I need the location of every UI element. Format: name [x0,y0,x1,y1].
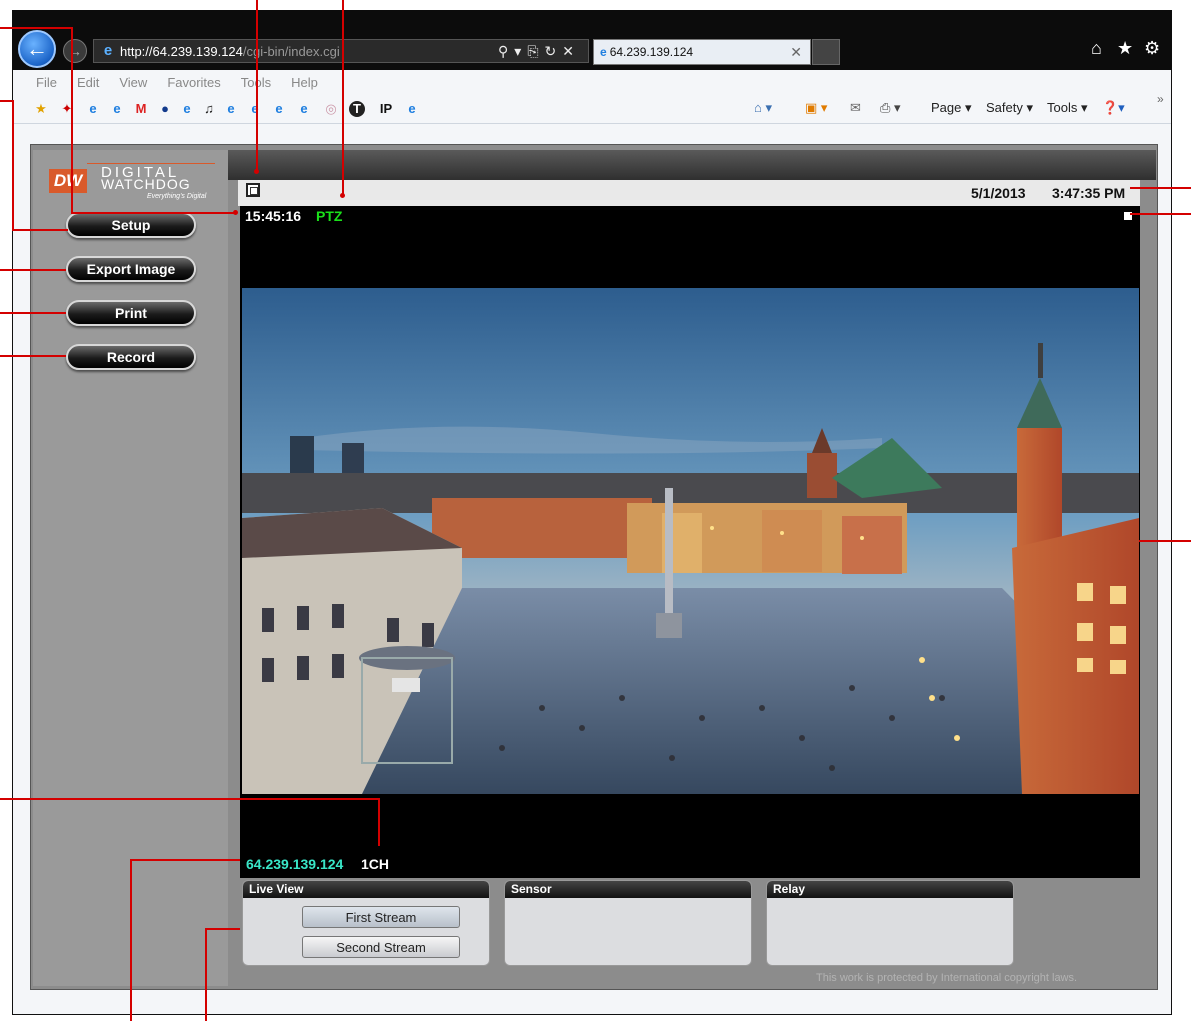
tab-title: 64.239.139.124 [609,45,694,59]
logo-mark: DW [49,169,87,193]
setup-button[interactable]: Setup [66,212,196,238]
first-stream-button[interactable]: First Stream [302,906,460,928]
camera-time-overlay: 15:45:16 [245,208,302,224]
favorite-ie-icon[interactable]: e [109,101,125,117]
favorite-ie-icon[interactable]: e [296,101,312,117]
time-label: 3:47:35 PM [1052,185,1126,201]
tab-active[interactable]: e 64.239.139.124 ✕ [593,39,811,65]
export-image-button[interactable]: Export Image [66,256,196,282]
back-button[interactable]: ← [18,30,56,68]
ie-page-icon: e [103,42,113,59]
favorite-ip-icon[interactable]: IP [375,101,397,117]
mail-icon[interactable]: ✉ [850,100,861,116]
safety-menu[interactable]: Safety ▾ [986,100,1033,116]
home-icon[interactable]: ⌂ [1091,38,1102,59]
logo-line2: WATCHDOG [101,176,191,192]
ptz-label[interactable]: PTZ [316,208,342,224]
app-top-bar [228,150,1156,180]
record-button[interactable]: Record [66,344,196,370]
favorite-music-icon[interactable]: ♫ [201,101,217,117]
help-icon[interactable]: ❓▾ [1102,100,1125,116]
channel-label: 1CH [361,856,390,872]
menu-help[interactable]: Help [291,75,318,90]
relay-panel: Relay [766,880,1014,966]
arrow-left-icon: ← [26,36,48,61]
menu-bar: File Edit View Favorites Tools Help [13,70,1171,94]
add-favorite-icon[interactable]: ★ [33,101,49,117]
fullscreen-icon[interactable] [246,183,260,197]
menu-view[interactable]: View [119,75,147,90]
chevron-more-icon[interactable]: » [1157,92,1164,106]
page-menu[interactable]: Page ▾ [931,100,972,116]
feeds-icon[interactable]: ▣ ▾ [805,100,827,116]
sensor-panel: Sensor [504,880,752,966]
favorite-t-icon[interactable]: T [349,101,365,117]
copyright-notice: This work is protected by International … [816,972,1078,984]
settings-gear-icon[interactable]: ⚙ [1144,38,1160,59]
print-icon[interactable]: ⎙ ▾ [880,100,901,116]
camera-ip-label: 64.239.139.124 [246,856,344,872]
favorite-ie-icon[interactable]: e [179,101,195,117]
ie-tab-icon: e [600,45,607,59]
second-stream-button[interactable]: Second Stream [302,936,460,958]
forward-button[interactable]: → [63,39,87,63]
favorites-star-icon[interactable]: ★ [1117,38,1133,59]
menu-favorites[interactable]: Favorites [167,75,220,90]
address-url-host: http://64.239.139.124 [120,43,243,59]
print-button[interactable]: Print [66,300,196,326]
camera-feed-image[interactable] [242,288,1139,794]
home-command-icon[interactable]: ⌂ ▾ [754,100,772,116]
favorite-ie-icon[interactable]: e [271,101,287,117]
address-bar[interactable]: e http://64.239.139.124 /cgi-bin/index.c… [93,39,589,63]
favorite-ie-icon[interactable]: e [404,101,420,117]
relay-title: Relay [767,881,1013,898]
live-view-title: Live View [243,881,489,898]
address-tools-icons[interactable]: ⚲▾⎘↻✕ [498,43,580,60]
menu-file[interactable]: File [36,75,57,90]
menu-edit[interactable]: Edit [77,75,99,90]
favorite-globe-icon[interactable]: ● [157,101,173,117]
favorite-mail-icon[interactable]: M [133,101,149,117]
new-tab-button[interactable] [812,39,840,65]
favorite-ie-icon[interactable]: e [223,101,239,117]
date-label: 5/1/2013 [971,185,1026,201]
favorite-ie-icon[interactable]: e [247,101,263,117]
tools-menu[interactable]: Tools ▾ [1047,100,1088,116]
close-tab-icon[interactable]: ✕ [790,44,802,61]
sensor-title: Sensor [505,881,751,898]
city-square-scene [242,288,1139,794]
logo-tagline: Everything's Digital [147,193,207,200]
favorite-ie-icon[interactable]: e [85,101,101,117]
favorite-ring-icon[interactable]: ◎ [323,101,339,117]
